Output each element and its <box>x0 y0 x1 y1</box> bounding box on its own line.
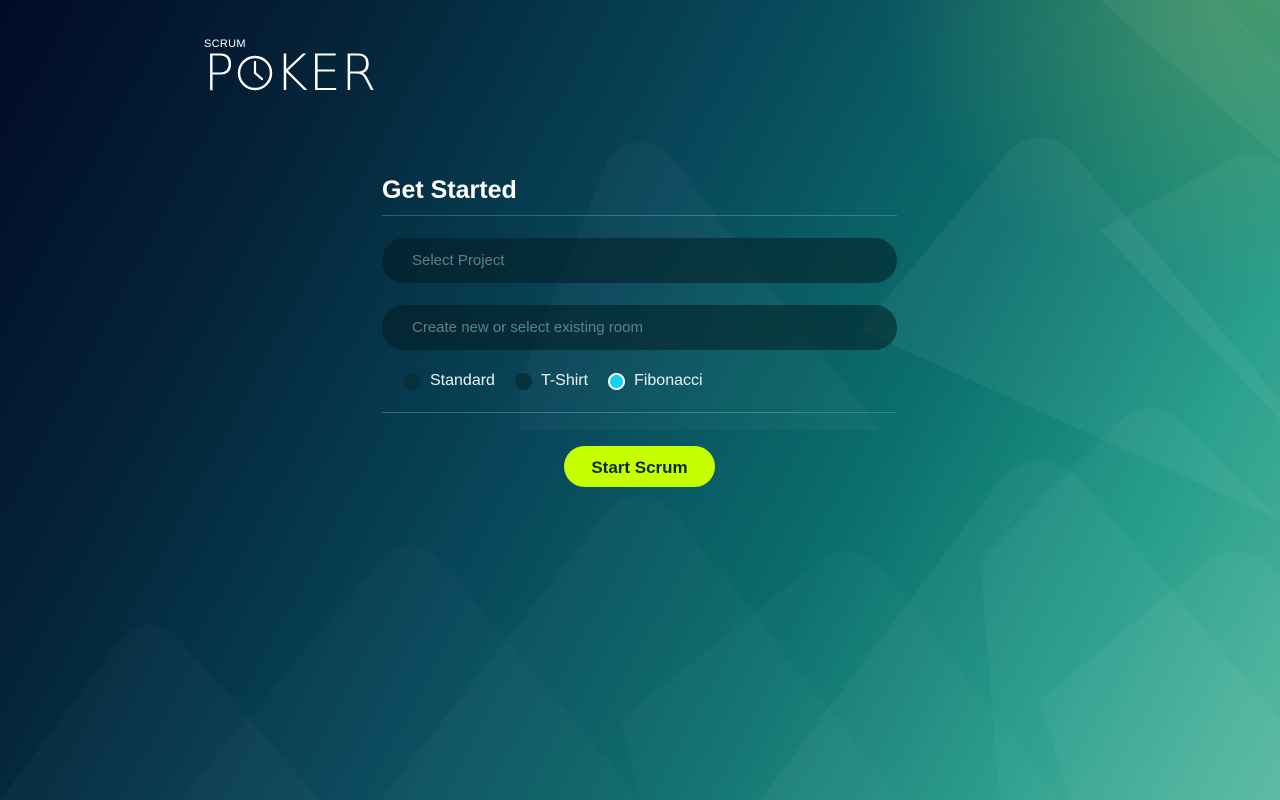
title-divider <box>382 215 897 216</box>
radio-label-t-shirt[interactable]: T-Shirt <box>541 372 588 390</box>
scrum-poker-logo: SCRUM P KER <box>204 38 388 102</box>
start-scrum-button[interactable]: Start Scrum <box>564 446 715 487</box>
radio-standard[interactable]: Standard <box>404 372 495 390</box>
radio-checked-icon[interactable] <box>608 372 626 390</box>
logo-letters-ker: KER <box>275 44 378 102</box>
room-input[interactable]: Create new or select existing room <box>382 305 897 350</box>
radio-fibonacci[interactable]: Fibonacci <box>608 372 703 390</box>
page-title: Get Started <box>382 176 517 204</box>
radio-unchecked-icon[interactable] <box>404 372 421 390</box>
form-divider <box>382 412 897 413</box>
submit-row: Start Scrum <box>382 446 897 487</box>
radio-t-shirt[interactable]: T-Shirt <box>514 372 588 390</box>
logo-wordmark: P KER <box>204 44 378 102</box>
select-project-input[interactable]: Select Project <box>382 238 897 283</box>
get-started-form: Get Started Select Project Create new or… <box>382 170 897 487</box>
logo-letter-p: P <box>204 44 236 102</box>
radio-unchecked-icon[interactable] <box>514 372 532 390</box>
estimation-type-radio-group: Standard T-Shirt Fibonacci <box>382 350 897 412</box>
radio-label-fibonacci[interactable]: Fibonacci <box>634 372 702 390</box>
clock-icon <box>237 55 273 91</box>
radio-label-standard[interactable]: Standard <box>430 372 495 390</box>
